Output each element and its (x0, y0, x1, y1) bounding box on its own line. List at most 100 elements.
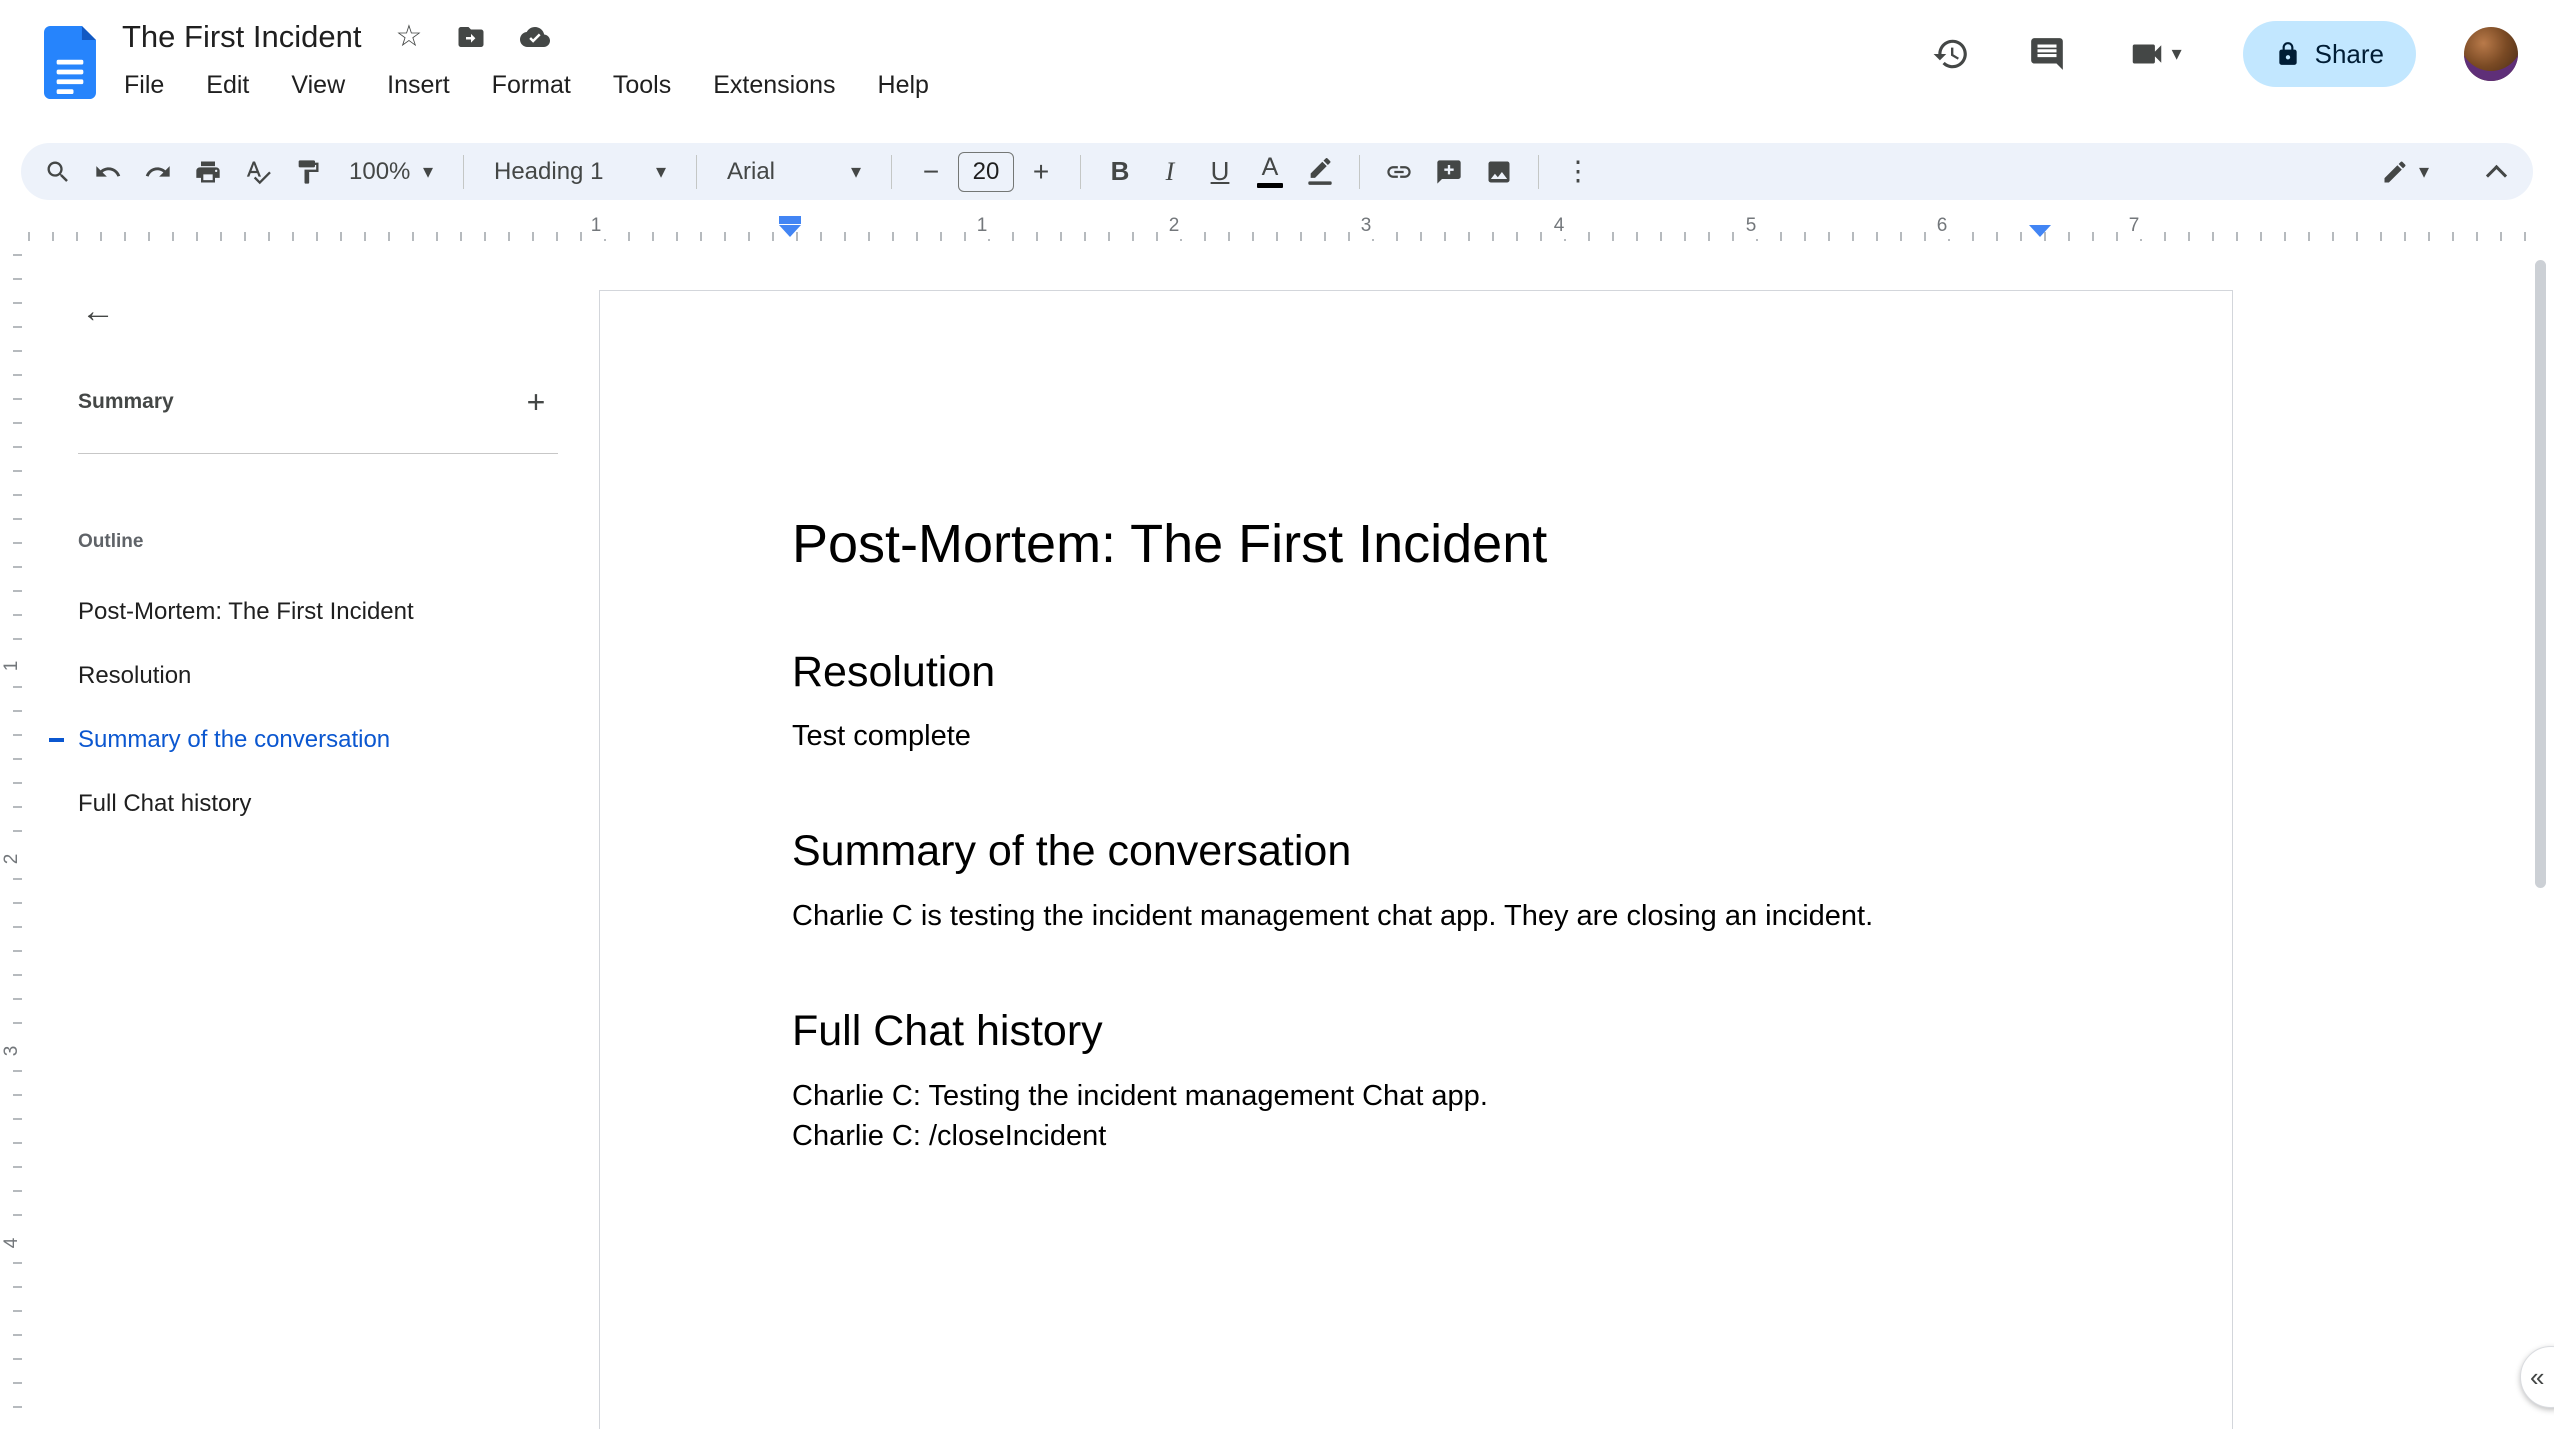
menu-insert[interactable]: Insert (385, 68, 452, 103)
font-size-input[interactable]: 20 (958, 151, 1014, 192)
paragraph-style-select[interactable]: Heading 1 ▾ (480, 149, 680, 195)
move-folder-icon[interactable] (456, 22, 486, 52)
more-options-button[interactable]: ⋮ (1555, 149, 1601, 195)
left-indent-marker[interactable] (779, 225, 801, 237)
menu-file[interactable]: File (122, 68, 166, 103)
share-button[interactable]: Share (2242, 21, 2416, 87)
vertical-ruler: 1 2 3 4 (0, 248, 28, 1429)
outline-item-label: Summary of the conversation (78, 726, 391, 753)
vertical-scrollbar[interactable] (2535, 260, 2546, 888)
insert-image-button[interactable] (1476, 149, 1522, 195)
first-line-indent-marker[interactable] (779, 216, 801, 224)
chevron-down-icon: ▾ (422, 160, 433, 183)
history-icon (1933, 39, 1967, 69)
pencil-icon (2384, 160, 2406, 182)
back-button[interactable]: ← (70, 283, 126, 339)
undo-button[interactable] (85, 149, 131, 195)
right-indent-marker[interactable] (2029, 225, 2051, 237)
paint-format-button[interactable] (285, 149, 331, 195)
chevron-down-icon: ▾ (2171, 43, 2182, 65)
decrease-font-size-button[interactable]: − (908, 149, 954, 195)
toolbar: 100% ▾ Heading 1 ▾ Arial ▾ − 20 + B I U … (21, 143, 2533, 200)
search-button[interactable] (35, 149, 81, 195)
italic-button[interactable]: I (1147, 149, 1193, 195)
spellcheck-button[interactable] (235, 149, 281, 195)
chevron-up-icon (2485, 164, 2507, 186)
menu-extensions[interactable]: Extensions (711, 68, 837, 103)
highlight-color-button[interactable] (1297, 149, 1343, 195)
outline-item-active[interactable]: Summary of the conversation (28, 708, 578, 772)
font-family-select[interactable]: Arial ▾ (713, 149, 875, 195)
summary-label: Summary (78, 390, 174, 413)
doc-paragraph[interactable]: Charlie C is testing the incident manage… (792, 896, 2042, 936)
ruler-number: 5 (1739, 213, 1763, 239)
doc-section-summary: Summary of the conversation Charlie C is… (792, 826, 2042, 936)
indent-marker-left[interactable] (779, 216, 801, 237)
insert-link-button[interactable] (1376, 149, 1422, 195)
doc-paragraph[interactable]: Charlie C: Testing the incident manageme… (792, 1076, 2042, 1116)
menu-format[interactable]: Format (490, 68, 573, 103)
header-actions: ▾ Share (1927, 14, 2518, 94)
ruler-number: 2 (0, 845, 25, 873)
videocam-icon (2132, 44, 2161, 64)
chevron-down-icon: ▾ (655, 160, 666, 183)
ruler-number: 4 (0, 1229, 25, 1257)
menu-help[interactable]: Help (876, 68, 931, 103)
cloud-saved-icon[interactable] (520, 22, 551, 52)
doc-title-heading[interactable]: Post-Mortem: The First Incident (792, 512, 2042, 577)
document-page[interactable]: Post-Mortem: The First Incident Resoluti… (599, 290, 2233, 1429)
editing-mode-button[interactable]: ▾ (2371, 152, 2439, 192)
meet-button[interactable]: ▾ (2119, 30, 2191, 78)
increase-font-size-button[interactable]: + (1018, 149, 1064, 195)
menu-edit[interactable]: Edit (204, 68, 251, 103)
text-color-button[interactable]: A (1247, 149, 1293, 195)
menu-view[interactable]: View (289, 68, 347, 103)
comments-button[interactable] (2023, 30, 2071, 78)
font-family-value: Arial (727, 157, 776, 185)
doc-heading[interactable]: Summary of the conversation (792, 826, 2042, 878)
toolbar-separator (1538, 154, 1539, 189)
underline-button[interactable]: U (1197, 149, 1243, 195)
outline-item[interactable]: Post-Mortem: The First Incident (28, 580, 578, 644)
add-comment-button[interactable] (1426, 149, 1472, 195)
zoom-select[interactable]: 100% ▾ (335, 149, 447, 195)
ruler-number: 2 (1162, 213, 1186, 239)
docs-logo[interactable] (44, 26, 96, 100)
doc-heading[interactable]: Resolution (792, 647, 2042, 699)
outline-item[interactable]: Full Chat history (28, 772, 578, 836)
version-history-button[interactable] (1927, 30, 1975, 78)
document-title[interactable]: The First Incident (122, 19, 361, 55)
title-area: The First Incident ☆ File Edit View Inse… (122, 14, 931, 103)
text-color-label: A (1261, 153, 1279, 181)
doc-heading[interactable]: Full Chat history (792, 1006, 2042, 1058)
ruler-number: 1 (970, 213, 994, 239)
paint-roller-icon (298, 159, 319, 184)
indent-marker-right[interactable] (2029, 225, 2051, 237)
outline-item-label: Post-Mortem: The First Incident (78, 598, 414, 625)
print-button[interactable] (185, 149, 231, 195)
hide-menus-button[interactable] (2473, 149, 2519, 195)
text-color-swatch (1257, 183, 1283, 188)
expand-side-panel-button[interactable]: « (2520, 1346, 2554, 1408)
doc-paragraph[interactable]: Charlie C: /closeIncident (792, 1116, 2042, 1156)
undo-icon (96, 165, 121, 177)
horizontal-ruler: 1 1 2 3 4 5 6 7 (0, 212, 2538, 248)
bold-button[interactable]: B (1097, 149, 1143, 195)
ruler-number: 7 (2122, 213, 2146, 239)
menu-tools[interactable]: Tools (611, 68, 673, 103)
outline-item[interactable]: Resolution (28, 644, 578, 708)
toolbar-separator (1359, 154, 1360, 189)
add-summary-button[interactable]: + (514, 380, 558, 424)
redo-button[interactable] (135, 149, 181, 195)
avatar[interactable] (2464, 27, 2518, 81)
doc-section-chat-history: Full Chat history Charlie C: Testing the… (792, 1006, 2042, 1156)
print-icon (196, 161, 220, 182)
outline-label: Outline (78, 531, 144, 552)
outline-item-label: Resolution (78, 662, 192, 689)
highlighter-icon (1308, 157, 1332, 185)
zoom-value: 100% (349, 157, 411, 185)
star-icon[interactable]: ☆ (395, 22, 422, 52)
menu-bar: File Edit View Insert Format Tools Exten… (122, 68, 931, 103)
spellcheck-icon (246, 161, 271, 184)
doc-paragraph[interactable]: Test complete (792, 716, 2042, 756)
